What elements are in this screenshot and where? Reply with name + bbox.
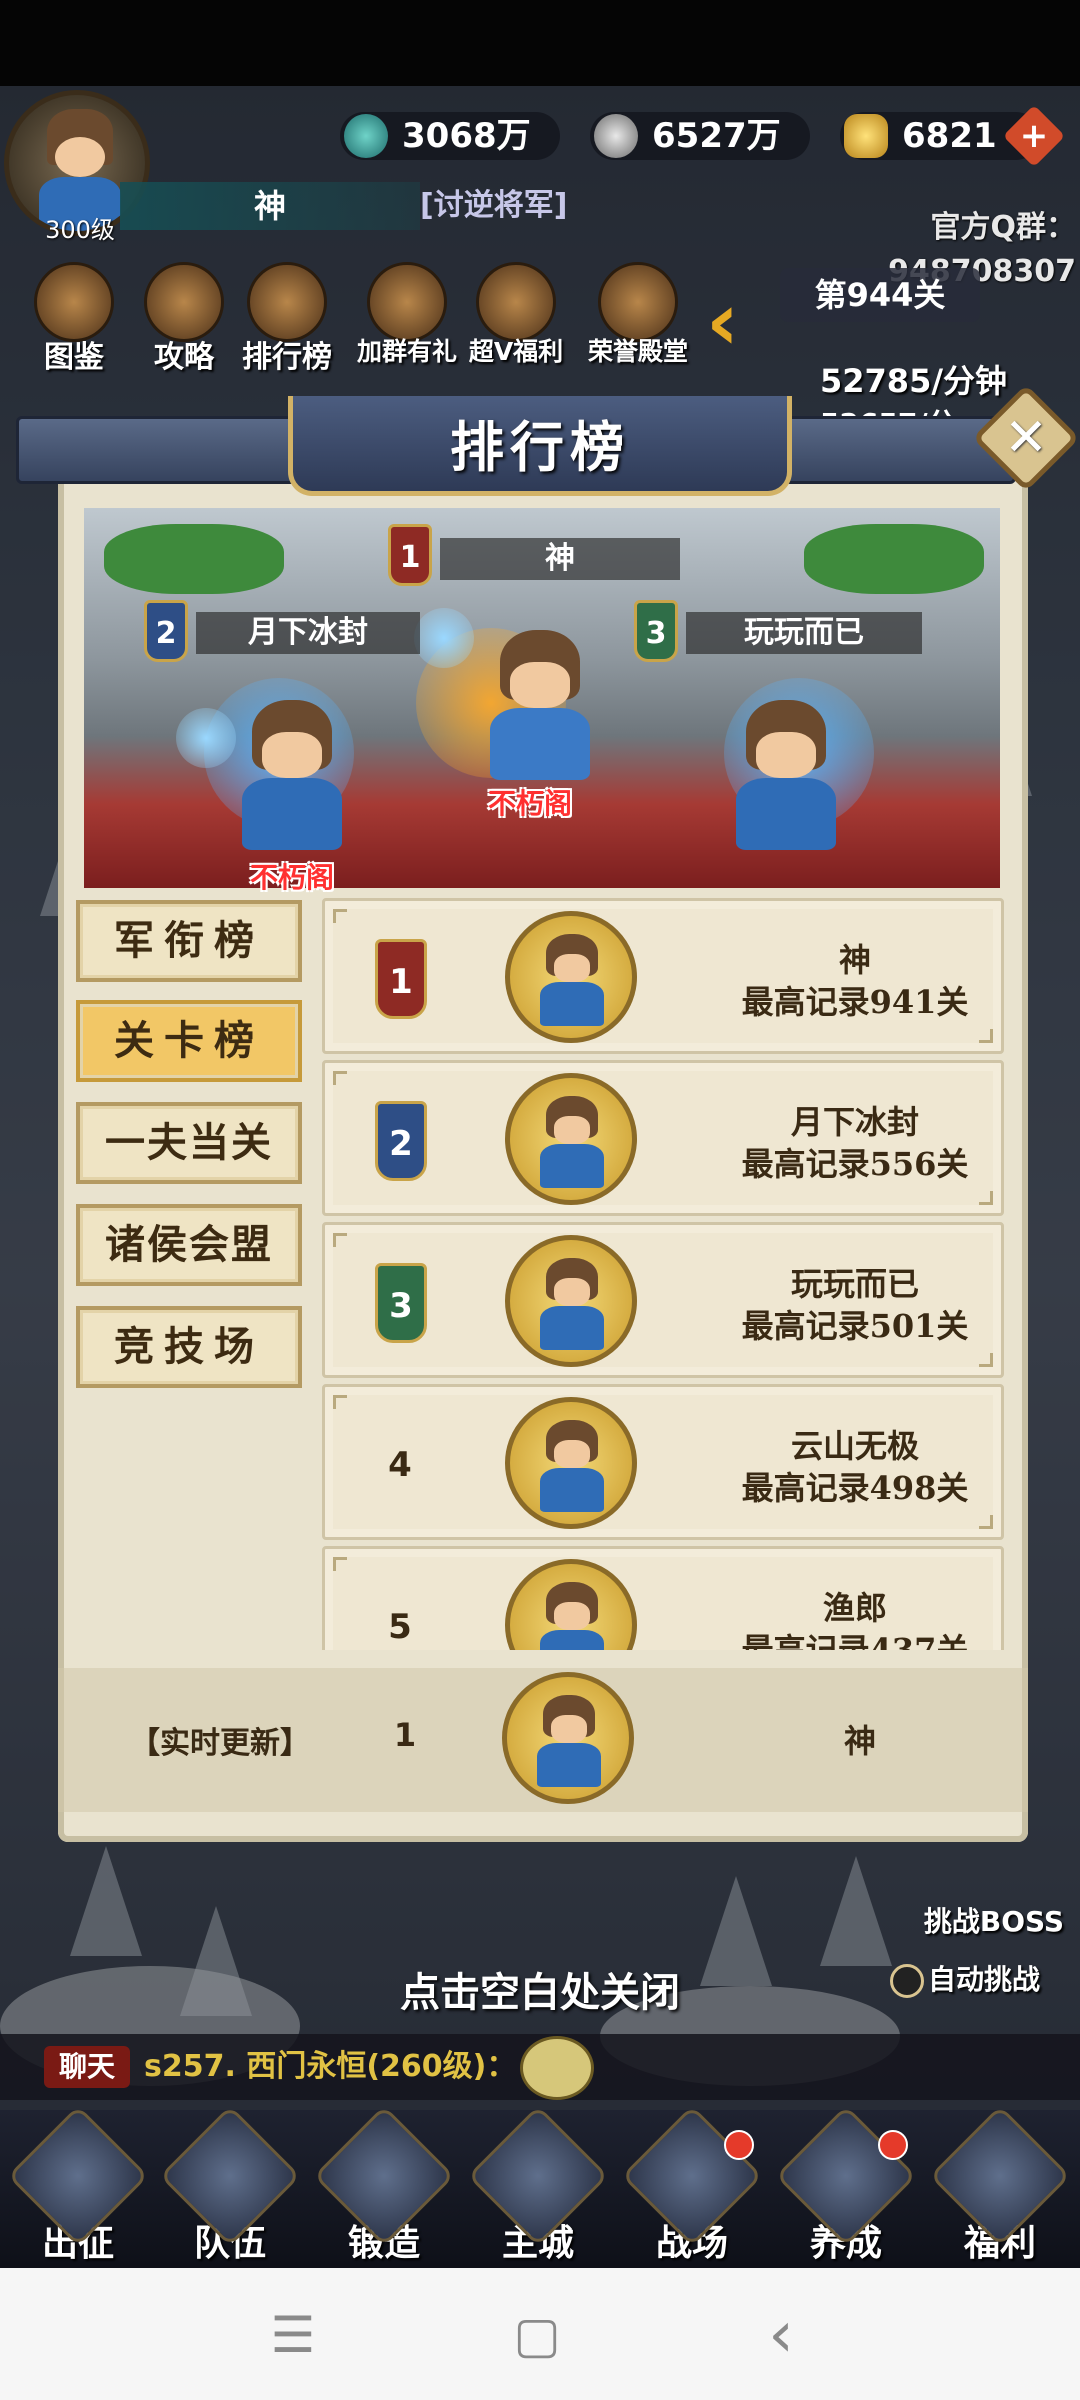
exp-counter: 3068万 — [340, 112, 560, 160]
podium-second-character[interactable] — [232, 700, 352, 850]
podium-second-guild: 不朽阁 — [250, 861, 335, 894]
podium-third-name: 玩玩而已 — [686, 612, 922, 654]
ranking-row[interactable]: 1 神 最高记录941关 — [322, 898, 1004, 1054]
qq-group-text: 官方Q群：948708307 — [888, 210, 1076, 289]
self-rank-number: 1 — [393, 1716, 417, 1754]
silver-counter: 6527万 — [590, 112, 810, 160]
income-rate: 52785/分钟 — [820, 362, 1008, 400]
player-record: 最高记录556关 — [741, 1145, 969, 1183]
gold-ingot-icon — [844, 114, 888, 158]
player-name: 神 — [120, 182, 420, 230]
plus-icon: + — [1019, 116, 1049, 156]
podium-first-character[interactable] — [480, 630, 600, 780]
stage-indicator: 第944关 — [780, 268, 980, 322]
rank-number: 5 — [388, 1607, 412, 1647]
auto-challenge-label: 自动挑战 — [928, 1963, 1041, 1996]
tab-arena[interactable]: 竞技场 — [76, 1306, 302, 1388]
player-name: 月下冰封 — [790, 1103, 919, 1141]
podium-first-name: 神 — [440, 538, 680, 580]
ranking-row[interactable]: 4 云山无极 最高记录498关 — [322, 1384, 1004, 1540]
rank-number: 4 — [388, 1445, 412, 1485]
ranking-row[interactable]: 2 月下冰封 最高记录556关 — [322, 1060, 1004, 1216]
leaderboard-icon — [247, 262, 327, 342]
nav-forge[interactable]: 锻造 — [313, 2105, 455, 2266]
challenge-boss-button[interactable]: 挑战BOSS — [908, 1900, 1080, 1960]
menu-leaderboard[interactable]: 排行榜 — [232, 262, 342, 382]
recent-apps-icon[interactable]: ☰ — [258, 2300, 328, 2370]
palace-icon — [598, 262, 678, 342]
gold-value: 6821 — [902, 116, 997, 156]
podium-second-name: 月下冰封 — [196, 612, 420, 654]
chat-message[interactable]: s257. 西门永恒(260级)： — [144, 2046, 744, 2088]
player-name: 渔郎 — [822, 1589, 887, 1627]
player-portrait[interactable] — [505, 1559, 637, 1650]
rank-2-medal-icon: 2 — [144, 600, 188, 662]
menu-join-group[interactable]: 加群有礼 — [352, 262, 462, 382]
emoji-icon[interactable] — [520, 2036, 594, 2100]
gold-counter: 6821 + — [840, 104, 1066, 168]
add-gold-button[interactable]: + — [1002, 104, 1066, 168]
silver-value: 6527万 — [652, 116, 781, 156]
realtime-update-label: 【实时更新】 — [130, 1726, 310, 1761]
ranking-row[interactable]: 5 渔郎 最高记录437关 — [322, 1546, 1004, 1650]
nav-welfare[interactable]: 福利 — [929, 2105, 1071, 2266]
nav-main-city[interactable]: 主城 — [467, 2105, 609, 2266]
menu-handbook[interactable]: 图鉴 — [24, 262, 124, 382]
close-x-icon: ✕ — [1004, 408, 1048, 468]
tab-one-man-guard[interactable]: 一夫当关 — [76, 1102, 302, 1184]
player-name: 神 — [838, 941, 871, 979]
player-portrait[interactable] — [505, 1073, 637, 1205]
tab-rank-title[interactable]: 军衔榜 — [76, 900, 302, 982]
status-bar — [0, 0, 1080, 86]
menu-guide[interactable]: 攻略 — [134, 262, 234, 382]
player-name: 云山无极 — [790, 1427, 919, 1465]
ranking-list[interactable]: 1 神 最高记录941关 2 月下冰封 最高记录556关 3 玩玩而已 最高记录… — [322, 898, 1004, 1650]
player-record: 最高记录941关 — [741, 983, 969, 1021]
gift-icon — [367, 262, 447, 342]
player-title: [讨逆将军] — [420, 188, 568, 223]
rank-3-medal-icon: 3 — [375, 1263, 427, 1343]
rank-1-medal-icon: 1 — [375, 939, 427, 1019]
panel-title: 排行榜 — [450, 416, 630, 479]
tab-lords-alliance[interactable]: 诸侯会盟 — [76, 1204, 302, 1286]
collapse-arrow-icon[interactable]: ‹ — [706, 282, 760, 362]
player-record: 最高记录501关 — [741, 1307, 969, 1345]
menu-vip-welfare[interactable]: 超V福利 — [460, 262, 572, 382]
ranking-row[interactable]: 3 玩玩而已 最高记录501关 — [322, 1222, 1004, 1378]
rank-3-medal-icon: 3 — [634, 600, 678, 662]
self-portrait[interactable] — [502, 1672, 634, 1804]
checkbox-icon[interactable] — [890, 1964, 924, 1998]
nav-team[interactable]: 队伍 — [159, 2105, 301, 2266]
home-icon[interactable]: ▢ — [502, 2300, 572, 2370]
exp-value: 3068万 — [402, 116, 531, 156]
podium-first-guild: 不朽阁 — [488, 787, 573, 820]
notification-dot — [724, 2130, 754, 2160]
tab-stage-ranking[interactable]: 关卡榜 — [76, 1000, 302, 1082]
self-name: 神 — [843, 1722, 876, 1760]
exp-orb-icon — [344, 114, 388, 158]
guide-icon — [144, 262, 224, 342]
menu-hall-of-honor[interactable]: 荣誉殿堂 — [578, 262, 698, 382]
rank-1-medal-icon: 1 — [388, 524, 432, 586]
tap-to-close-hint: 点击空白处关闭 — [400, 1970, 680, 2016]
auto-challenge-toggle[interactable]: 自动挑战 — [890, 1958, 1080, 2002]
nav-expedition[interactable]: 出征 — [7, 2105, 149, 2266]
player-name: 玩玩而已 — [790, 1265, 919, 1303]
rank-2-medal-icon: 2 — [375, 1101, 427, 1181]
player-portrait[interactable] — [505, 1397, 637, 1529]
notification-dot — [878, 2130, 908, 2160]
silver-coin-icon — [594, 114, 638, 158]
player-portrait[interactable] — [505, 1235, 637, 1367]
handbook-icon — [34, 262, 114, 342]
back-icon[interactable]: ‹ — [746, 2300, 816, 2370]
player-record: 最高记录437关 — [741, 1631, 969, 1650]
player-record: 最高记录498关 — [741, 1469, 969, 1507]
podium-third-character[interactable] — [726, 700, 846, 850]
player-portrait[interactable] — [505, 911, 637, 1043]
chat-tag[interactable]: 聊天 — [44, 2046, 130, 2088]
vip-icon — [476, 262, 556, 342]
